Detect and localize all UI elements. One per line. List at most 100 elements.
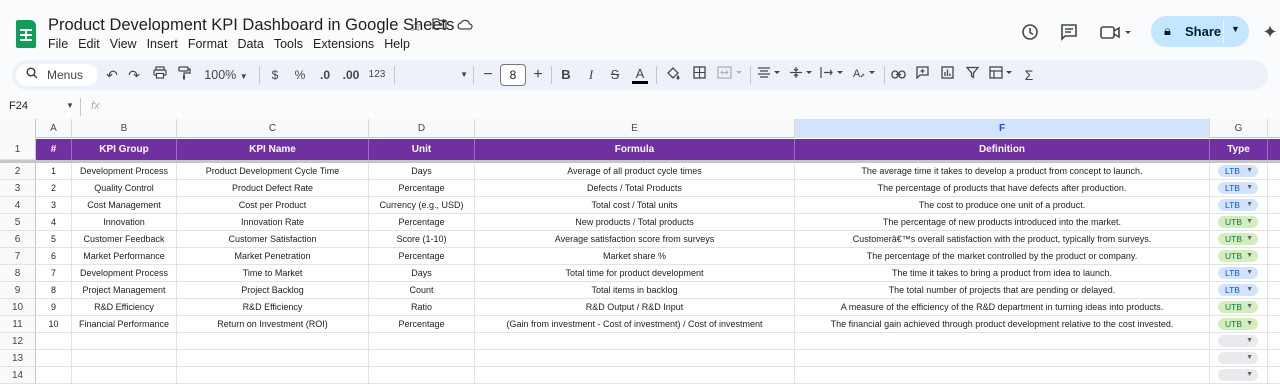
cell-unit[interactable]: Days [369,163,475,179]
header-cell-kpi-group[interactable]: KPI Group [72,139,177,160]
cell-group[interactable]: Customer Feedback [72,231,177,247]
cell-unit[interactable] [369,333,475,349]
redo-icon[interactable]: ↷ [126,66,142,84]
increase-decimal-button[interactable]: .00 [340,66,362,84]
row-header-14[interactable]: 14 [0,367,36,384]
cell-group[interactable]: Financial Performance [72,316,177,332]
font-size-input[interactable]: 8 [500,64,526,86]
cell-name[interactable]: Time to Market [177,265,369,281]
column-header-a[interactable]: A [36,119,72,138]
cell-num[interactable]: 9 [36,299,72,315]
cell-type[interactable]: LTB ▼ [1210,282,1268,298]
cell-type[interactable]: UTB ▼ [1210,214,1268,230]
spreadsheet-grid[interactable]: ABCDEFG # KPI Group KPI Name Unit Formula Def… [0,119,1280,386]
column-header-d[interactable]: D [369,119,475,138]
cell-name[interactable]: Customer Satisfaction [177,231,369,247]
cell-definition[interactable]: The cost to produce one unit of a produc… [795,197,1210,213]
cell-name[interactable] [177,367,369,383]
cell-definition[interactable]: The average time it takes to develop a p… [795,163,1210,179]
cell-formula[interactable]: Total time for product development [475,265,795,281]
cell-type[interactable]: LTB ▼ [1210,180,1268,196]
cell-formula[interactable]: Defects / Total Products [475,180,795,196]
empty-type-dropdown-chip[interactable]: ▼ [1218,335,1258,347]
column-header-c[interactable]: C [177,119,369,138]
cell-formula[interactable]: (Gain from investment - Cost of investme… [475,316,795,332]
cell-definition[interactable] [795,333,1210,349]
row-header-5[interactable]: 5 [0,214,36,231]
select-all-corner[interactable] [0,119,36,138]
cell-formula[interactable]: New products / Total products [475,214,795,230]
type-dropdown-chip[interactable]: LTB ▼ [1218,182,1258,194]
italic-icon[interactable]: I [584,66,598,84]
cell-formula[interactable] [475,367,795,383]
search-menus-input[interactable]: Menus [16,64,98,86]
cell-unit[interactable]: Percentage [369,248,475,264]
cell-name[interactable] [177,333,369,349]
insert-link-icon[interactable] [890,66,906,84]
row-header-1[interactable]: 1 [0,139,36,160]
print-icon[interactable] [152,66,168,84]
menu-data[interactable]: Data [232,37,268,51]
share-button[interactable]: 🔒︎ Share ▼ [1151,16,1249,47]
borders-icon[interactable] [691,66,707,84]
cell-num[interactable] [36,350,72,366]
cell-formula[interactable] [475,333,795,349]
cell-type[interactable]: UTB ▼ [1210,316,1268,332]
functions-icon[interactable]: Σ [1022,66,1036,84]
cell-name[interactable]: Innovation Rate [177,214,369,230]
cell-type[interactable]: UTB ▼ [1210,231,1268,247]
cell-group[interactable]: Project Management [72,282,177,298]
cell-unit[interactable]: Ratio [369,299,475,315]
row-header-13[interactable]: 13 [0,350,36,367]
cell-definition[interactable] [795,367,1210,383]
cell-name[interactable]: Return on Investment (ROI) [177,316,369,332]
cell-unit[interactable] [369,350,475,366]
type-dropdown-chip[interactable]: LTB ▼ [1218,199,1258,211]
column-header-g[interactable]: G [1210,119,1268,138]
row-header-2[interactable]: 2 [0,163,36,180]
row-header-4[interactable]: 4 [0,197,36,214]
type-dropdown-chip[interactable]: LTB ▼ [1218,165,1258,177]
type-dropdown-chip[interactable]: UTB ▼ [1218,250,1258,262]
cell-definition[interactable]: Customerâ€™s overall satisfaction with t… [795,231,1210,247]
filter-icon[interactable] [964,66,980,84]
header-cell-definition[interactable]: Definition [795,139,1210,160]
type-dropdown-chip[interactable]: UTB ▼ [1218,318,1258,330]
cell-group[interactable]: Quality Control [72,180,177,196]
cell-num[interactable] [36,333,72,349]
cell-definition[interactable]: The percentage of new products introduce… [795,214,1210,230]
insert-chart-icon[interactable] [939,66,955,84]
menu-tools[interactable]: Tools [269,37,308,51]
decrease-decimal-button[interactable]: .0 [316,66,334,84]
horizontal-align-icon[interactable] [756,66,784,84]
row-header-3[interactable]: 3 [0,180,36,197]
cell-num[interactable]: 5 [36,231,72,247]
meet-video-icon[interactable] [1099,22,1133,42]
zoom-select[interactable]: 100% ▼ [201,66,251,84]
cell-group[interactable]: Cost Management [72,197,177,213]
cell-group[interactable]: Development Process [72,163,177,179]
cell-group[interactable]: Innovation [72,214,177,230]
more-formats-button[interactable]: 123 [367,66,387,84]
cell-group[interactable] [72,367,177,383]
cell-definition[interactable] [795,350,1210,366]
cell-formula[interactable]: Total items in backlog [475,282,795,298]
cell-definition[interactable]: The percentage of the market controlled … [795,248,1210,264]
type-dropdown-chip[interactable]: UTB ▼ [1218,301,1258,313]
cell-unit[interactable]: Days [369,265,475,281]
cell-unit[interactable]: Percentage [369,180,475,196]
row-header-12[interactable]: 12 [0,333,36,350]
cell-definition[interactable]: A measure of the efficiency of the R&D d… [795,299,1210,315]
cell-formula[interactable]: Market share % [475,248,795,264]
cell-unit[interactable]: Count [369,282,475,298]
document-title[interactable]: Product Development KPI Dashboard in Goo… [48,16,454,35]
row-header-6[interactable]: 6 [0,231,36,248]
insert-comment-icon[interactable] [914,66,930,84]
cell-unit[interactable]: Percentage [369,316,475,332]
column-header-f[interactable]: F [795,119,1210,138]
row-header-7[interactable]: 7 [0,248,36,265]
fill-color-icon[interactable] [665,66,681,84]
cell-definition[interactable]: The time it takes to bring a product fro… [795,265,1210,281]
menu-edit[interactable]: Edit [73,37,105,51]
header-cell-type[interactable]: Type [1210,139,1268,160]
